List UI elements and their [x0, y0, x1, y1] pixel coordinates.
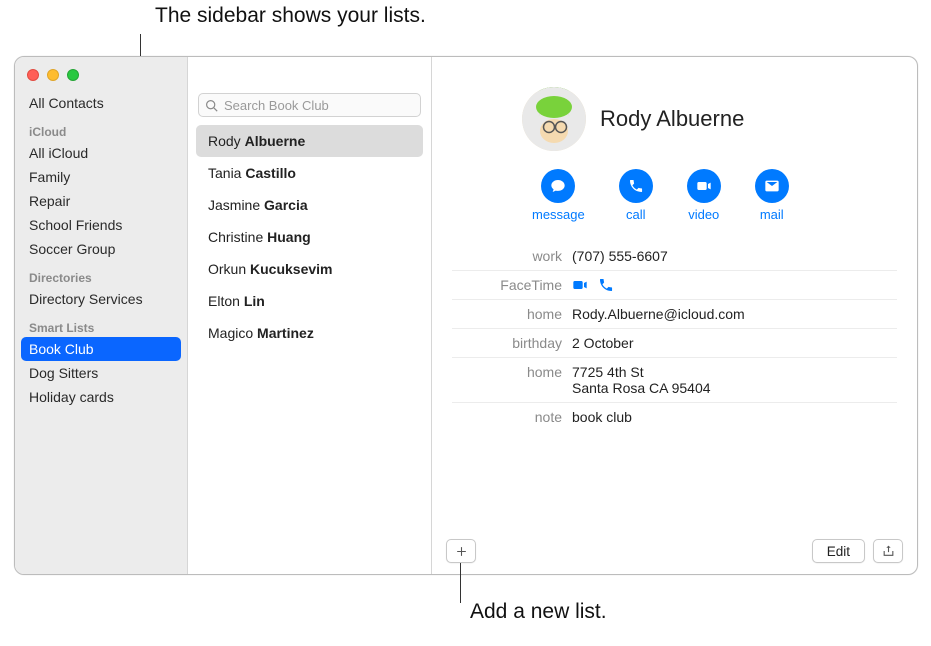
add-button[interactable]	[446, 539, 476, 563]
sidebar-item-book-club[interactable]: Book Club	[21, 337, 181, 361]
field-value: Rody.Albuerne@icloud.com	[572, 306, 897, 322]
message-label: message	[532, 207, 585, 222]
contact-list-column: Rody AlbuerneTania CastilloJasmine Garci…	[188, 57, 432, 574]
sidebar: All Contacts iCloud All iCloudFamilyRepa…	[15, 57, 188, 574]
sidebar-item-directory-services[interactable]: Directory Services	[15, 287, 187, 311]
contact-fields: work (707) 555-6607 FaceTime home Rody.Albue…	[432, 234, 917, 431]
edit-button[interactable]: Edit	[812, 539, 865, 563]
field-value: 2 October	[572, 335, 897, 351]
sidebar-item-all-contacts[interactable]: All Contacts	[15, 91, 187, 115]
contact-item[interactable]: Rody Albuerne	[196, 125, 423, 157]
share-icon	[882, 544, 895, 558]
search-field[interactable]	[198, 93, 421, 117]
field-value: 7725 4th St Santa Rosa CA 95404	[572, 364, 897, 396]
contact-item[interactable]: Tania Castillo	[196, 157, 423, 189]
close-window-button[interactable]	[27, 69, 39, 81]
contact-field: birthday 2 October	[452, 328, 897, 357]
contact-field: home Rody.Albuerne@icloud.com	[452, 299, 897, 328]
contact-item[interactable]: Orkun Kucuksevim	[196, 253, 423, 285]
contact-name: Rody Albuerne	[600, 106, 744, 132]
video-button[interactable]: video	[687, 169, 721, 222]
callout-bottom: Add a new list.	[470, 600, 607, 624]
callout-line-bottom	[460, 563, 461, 603]
field-label: home	[452, 364, 562, 380]
sidebar-item-family[interactable]: Family	[15, 165, 187, 189]
sidebar-item-soccer-group[interactable]: Soccer Group	[15, 237, 187, 261]
sidebar-item-repair[interactable]: Repair	[15, 189, 187, 213]
field-value: (707) 555-6607	[572, 248, 897, 264]
contact-item[interactable]: Elton Lin	[196, 285, 423, 317]
contact-field: note book club	[452, 402, 897, 431]
search-input[interactable]	[222, 97, 414, 114]
mail-button[interactable]: mail	[755, 169, 789, 222]
contact-field: home 7725 4th St Santa Rosa CA 95404	[452, 357, 897, 402]
mail-icon	[764, 178, 780, 194]
contact-item[interactable]: Magico Martinez	[196, 317, 423, 349]
field-label: note	[452, 409, 562, 425]
sidebar-header-smart-lists: Smart Lists	[15, 311, 187, 337]
callout-top: The sidebar shows your lists.	[155, 4, 426, 28]
facetime-video-icon[interactable]	[572, 277, 588, 293]
contact-field: FaceTime	[452, 270, 897, 299]
plus-icon	[455, 545, 468, 558]
phone-icon	[628, 178, 644, 194]
minimize-window-button[interactable]	[47, 69, 59, 81]
call-button[interactable]: call	[619, 169, 653, 222]
facetime-audio-icon[interactable]	[598, 277, 614, 293]
sidebar-header-directories: Directories	[15, 261, 187, 287]
field-value: book club	[572, 409, 897, 425]
window-controls	[15, 63, 187, 91]
mail-label: mail	[760, 207, 784, 222]
video-icon	[696, 178, 712, 194]
share-button[interactable]	[873, 539, 903, 563]
detail-bottom-bar: Edit	[432, 528, 917, 574]
field-label: FaceTime	[452, 277, 562, 293]
field-label: home	[452, 306, 562, 322]
sidebar-header-icloud: iCloud	[15, 115, 187, 141]
sidebar-item-dog-sitters[interactable]: Dog Sitters	[15, 361, 187, 385]
contact-field: work (707) 555-6607	[452, 242, 897, 270]
contact-detail-pane: Rody Albuerne message call video mail wo…	[432, 57, 917, 574]
contact-actions: message call video mail	[432, 151, 917, 234]
call-label: call	[626, 207, 646, 222]
app-window: All Contacts iCloud All iCloudFamilyRepa…	[14, 56, 918, 575]
contact-item[interactable]: Christine Huang	[196, 221, 423, 253]
contact-item[interactable]: Jasmine Garcia	[196, 189, 423, 221]
sidebar-item-holiday-cards[interactable]: Holiday cards	[15, 385, 187, 409]
sidebar-item-all-icloud[interactable]: All iCloud	[15, 141, 187, 165]
message-button[interactable]: message	[532, 169, 585, 222]
fullscreen-window-button[interactable]	[67, 69, 79, 81]
video-label: video	[688, 207, 719, 222]
field-label: birthday	[452, 335, 562, 351]
field-value	[572, 277, 897, 293]
search-icon	[205, 99, 218, 112]
avatar	[522, 87, 586, 151]
message-icon	[550, 178, 566, 194]
field-label: work	[452, 248, 562, 264]
sidebar-item-school-friends[interactable]: School Friends	[15, 213, 187, 237]
